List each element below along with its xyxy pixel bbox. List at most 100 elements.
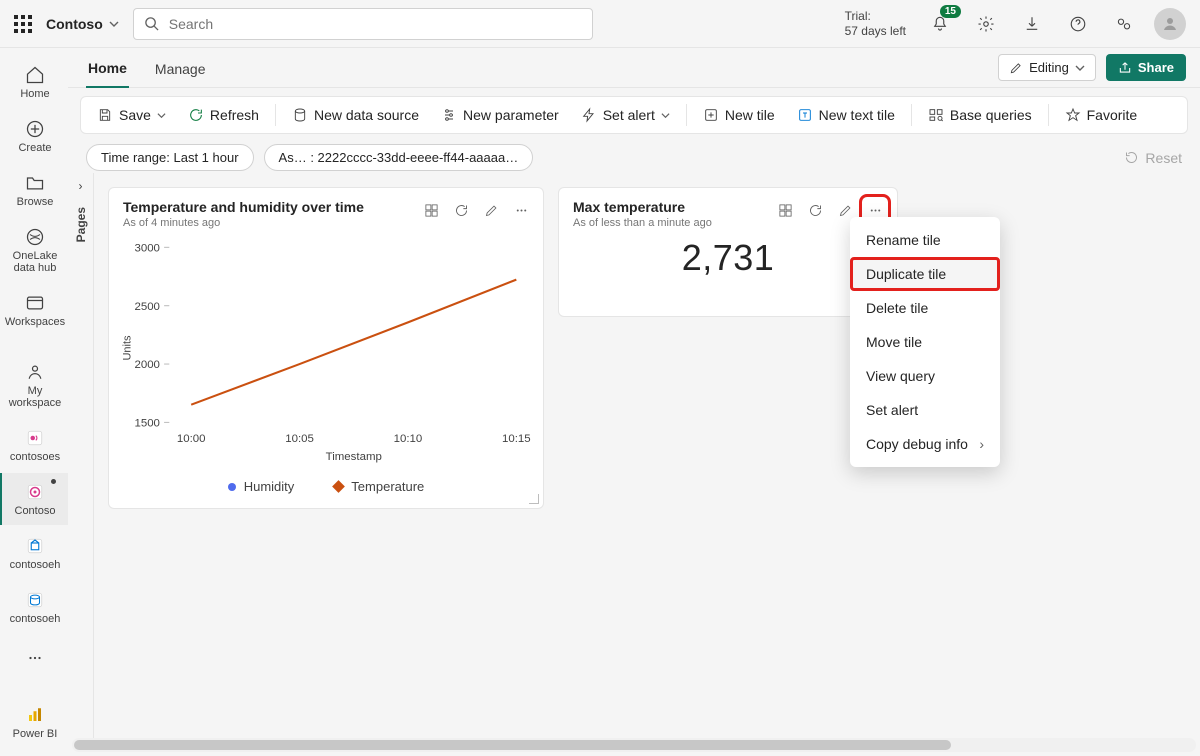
kql-db-icon — [24, 589, 46, 611]
account-avatar[interactable] — [1154, 8, 1186, 40]
star-icon — [1065, 107, 1081, 123]
chevron-down-icon — [1075, 63, 1085, 73]
ctx-copy-debug[interactable]: Copy debug info› — [850, 427, 1000, 461]
workspaces-icon — [24, 292, 46, 314]
new-tile-button[interactable]: New tile — [693, 101, 785, 129]
ctx-set-alert[interactable]: Set alert — [850, 393, 1000, 427]
pencil-icon — [1009, 61, 1023, 75]
help-button[interactable] — [1062, 8, 1094, 40]
tile-edit-button[interactable] — [479, 198, 503, 222]
more-icon — [24, 647, 46, 669]
notification-badge: 15 — [940, 5, 961, 18]
tile-refresh-button[interactable] — [803, 198, 827, 222]
editing-label: Editing — [1029, 60, 1069, 75]
resize-handle[interactable] — [529, 494, 539, 504]
workspace-switcher[interactable]: Contoso — [46, 16, 119, 32]
pages-panel-toggle[interactable]: › Pages — [68, 173, 94, 738]
new-parameter-button[interactable]: New parameter — [431, 101, 569, 129]
tile-explore-button[interactable] — [419, 198, 443, 222]
refresh-icon — [808, 203, 823, 218]
save-button[interactable]: Save — [87, 101, 176, 129]
tile-max-temperature[interactable]: Max temperature As of less than a minute… — [558, 187, 898, 317]
nav-label: Contoso — [15, 505, 56, 517]
base-queries-button[interactable]: Base queries — [918, 101, 1042, 129]
nav-create[interactable]: Create — [0, 110, 68, 162]
trial-status: Trial: 57 days left — [845, 9, 906, 38]
download-icon — [1023, 15, 1041, 33]
nav-label: Workspaces — [5, 316, 65, 328]
pages-label: Pages — [74, 207, 88, 242]
nav-browse[interactable]: Browse — [0, 164, 68, 216]
tile-explore-button[interactable] — [773, 198, 797, 222]
editing-mode-button[interactable]: Editing — [998, 54, 1096, 81]
tile-subtitle: As of less than a minute ago — [573, 217, 712, 229]
nav-more[interactable] — [0, 639, 68, 677]
nav-powerbi[interactable]: Power BI — [0, 696, 68, 748]
tile-more-button[interactable] — [509, 198, 533, 222]
help-icon — [1069, 15, 1087, 33]
horizontal-scrollbar[interactable] — [72, 738, 1196, 752]
nav-label: Browse — [17, 196, 54, 208]
save-icon — [97, 107, 113, 123]
ctx-duplicate-tile[interactable]: Duplicate tile — [850, 257, 1000, 291]
workspace-name: Contoso — [46, 16, 103, 32]
nav-ws-contoso[interactable]: Contoso — [0, 473, 68, 525]
favorite-button[interactable]: Favorite — [1055, 101, 1148, 129]
ctx-view-query[interactable]: View query — [850, 359, 1000, 393]
ytick: 1500 — [134, 418, 159, 430]
search-input[interactable] — [167, 15, 582, 33]
nav-home[interactable]: Home — [0, 56, 68, 108]
refresh-button[interactable]: Refresh — [178, 101, 269, 129]
feedback-button[interactable] — [1108, 8, 1140, 40]
more-icon — [514, 203, 529, 218]
settings-button[interactable] — [970, 8, 1002, 40]
chart-legend: Humidity Temperature — [109, 479, 543, 494]
tile-refresh-button[interactable] — [449, 198, 473, 222]
nav-workspaces[interactable]: Workspaces — [0, 284, 68, 336]
nav-label: My workspace — [2, 385, 68, 409]
ctx-rename-tile[interactable]: Rename tile — [850, 223, 1000, 257]
dashboard-icon — [24, 481, 46, 503]
tile-icon — [703, 107, 719, 123]
nav-ws-contosoes[interactable]: contosoes — [0, 419, 68, 471]
nav-label: OneLake data hub — [2, 250, 68, 274]
tile-subtitle: As of 4 minutes ago — [123, 217, 364, 229]
queries-icon — [928, 107, 944, 123]
ctx-delete-tile[interactable]: Delete tile — [850, 291, 1000, 325]
ytick: 2000 — [134, 359, 159, 371]
nav-onelake[interactable]: OneLake data hub — [0, 218, 68, 282]
global-search[interactable] — [133, 8, 593, 40]
time-range-pill[interactable]: Time range: Last 1 hour — [86, 144, 254, 171]
tile-title: Temperature and humidity over time — [123, 198, 364, 216]
ctx-move-tile[interactable]: Move tile — [850, 325, 1000, 359]
nav-ws-contosoeh1[interactable]: contosoeh — [0, 527, 68, 579]
nav-my-workspace[interactable]: My workspace — [0, 353, 68, 417]
set-alert-button[interactable]: Set alert — [571, 101, 680, 129]
person-icon — [1161, 15, 1179, 33]
nav-ws-contosoeh2[interactable]: contosoeh — [0, 581, 68, 633]
notifications-button[interactable]: 15 — [924, 8, 956, 40]
scroll-thumb[interactable] — [74, 740, 951, 750]
reset-button[interactable]: Reset — [1124, 150, 1182, 166]
chevron-down-icon — [661, 111, 670, 120]
ytick: 2500 — [134, 301, 159, 313]
tab-home[interactable]: Home — [86, 50, 129, 88]
tile-temperature-humidity[interactable]: Temperature and humidity over time As of… — [108, 187, 544, 509]
nav-label: Home — [20, 88, 49, 100]
x-axis-label: Timestamp — [326, 451, 382, 463]
nav-label: contosoeh — [10, 559, 61, 571]
database-icon — [292, 107, 308, 123]
xtick: 10:10 — [394, 433, 423, 445]
tab-manage[interactable]: Manage — [153, 51, 208, 87]
alert-icon — [581, 107, 597, 123]
new-data-source-button[interactable]: New data source — [282, 101, 429, 129]
pencil-icon — [484, 203, 499, 218]
new-text-tile-button[interactable]: New text tile — [787, 101, 905, 129]
download-button[interactable] — [1016, 8, 1048, 40]
app-launcher-icon[interactable] — [14, 15, 32, 33]
left-nav-rail: Home Create Browse OneLake data hub Work… — [0, 48, 68, 756]
share-button[interactable]: Share — [1106, 54, 1186, 81]
nav-label: contosoeh — [10, 613, 61, 625]
as-parameter-pill[interactable]: As… : 2222cccc-33dd-eeee-ff44-aaaaa… — [264, 144, 534, 171]
refresh-icon — [188, 107, 204, 123]
